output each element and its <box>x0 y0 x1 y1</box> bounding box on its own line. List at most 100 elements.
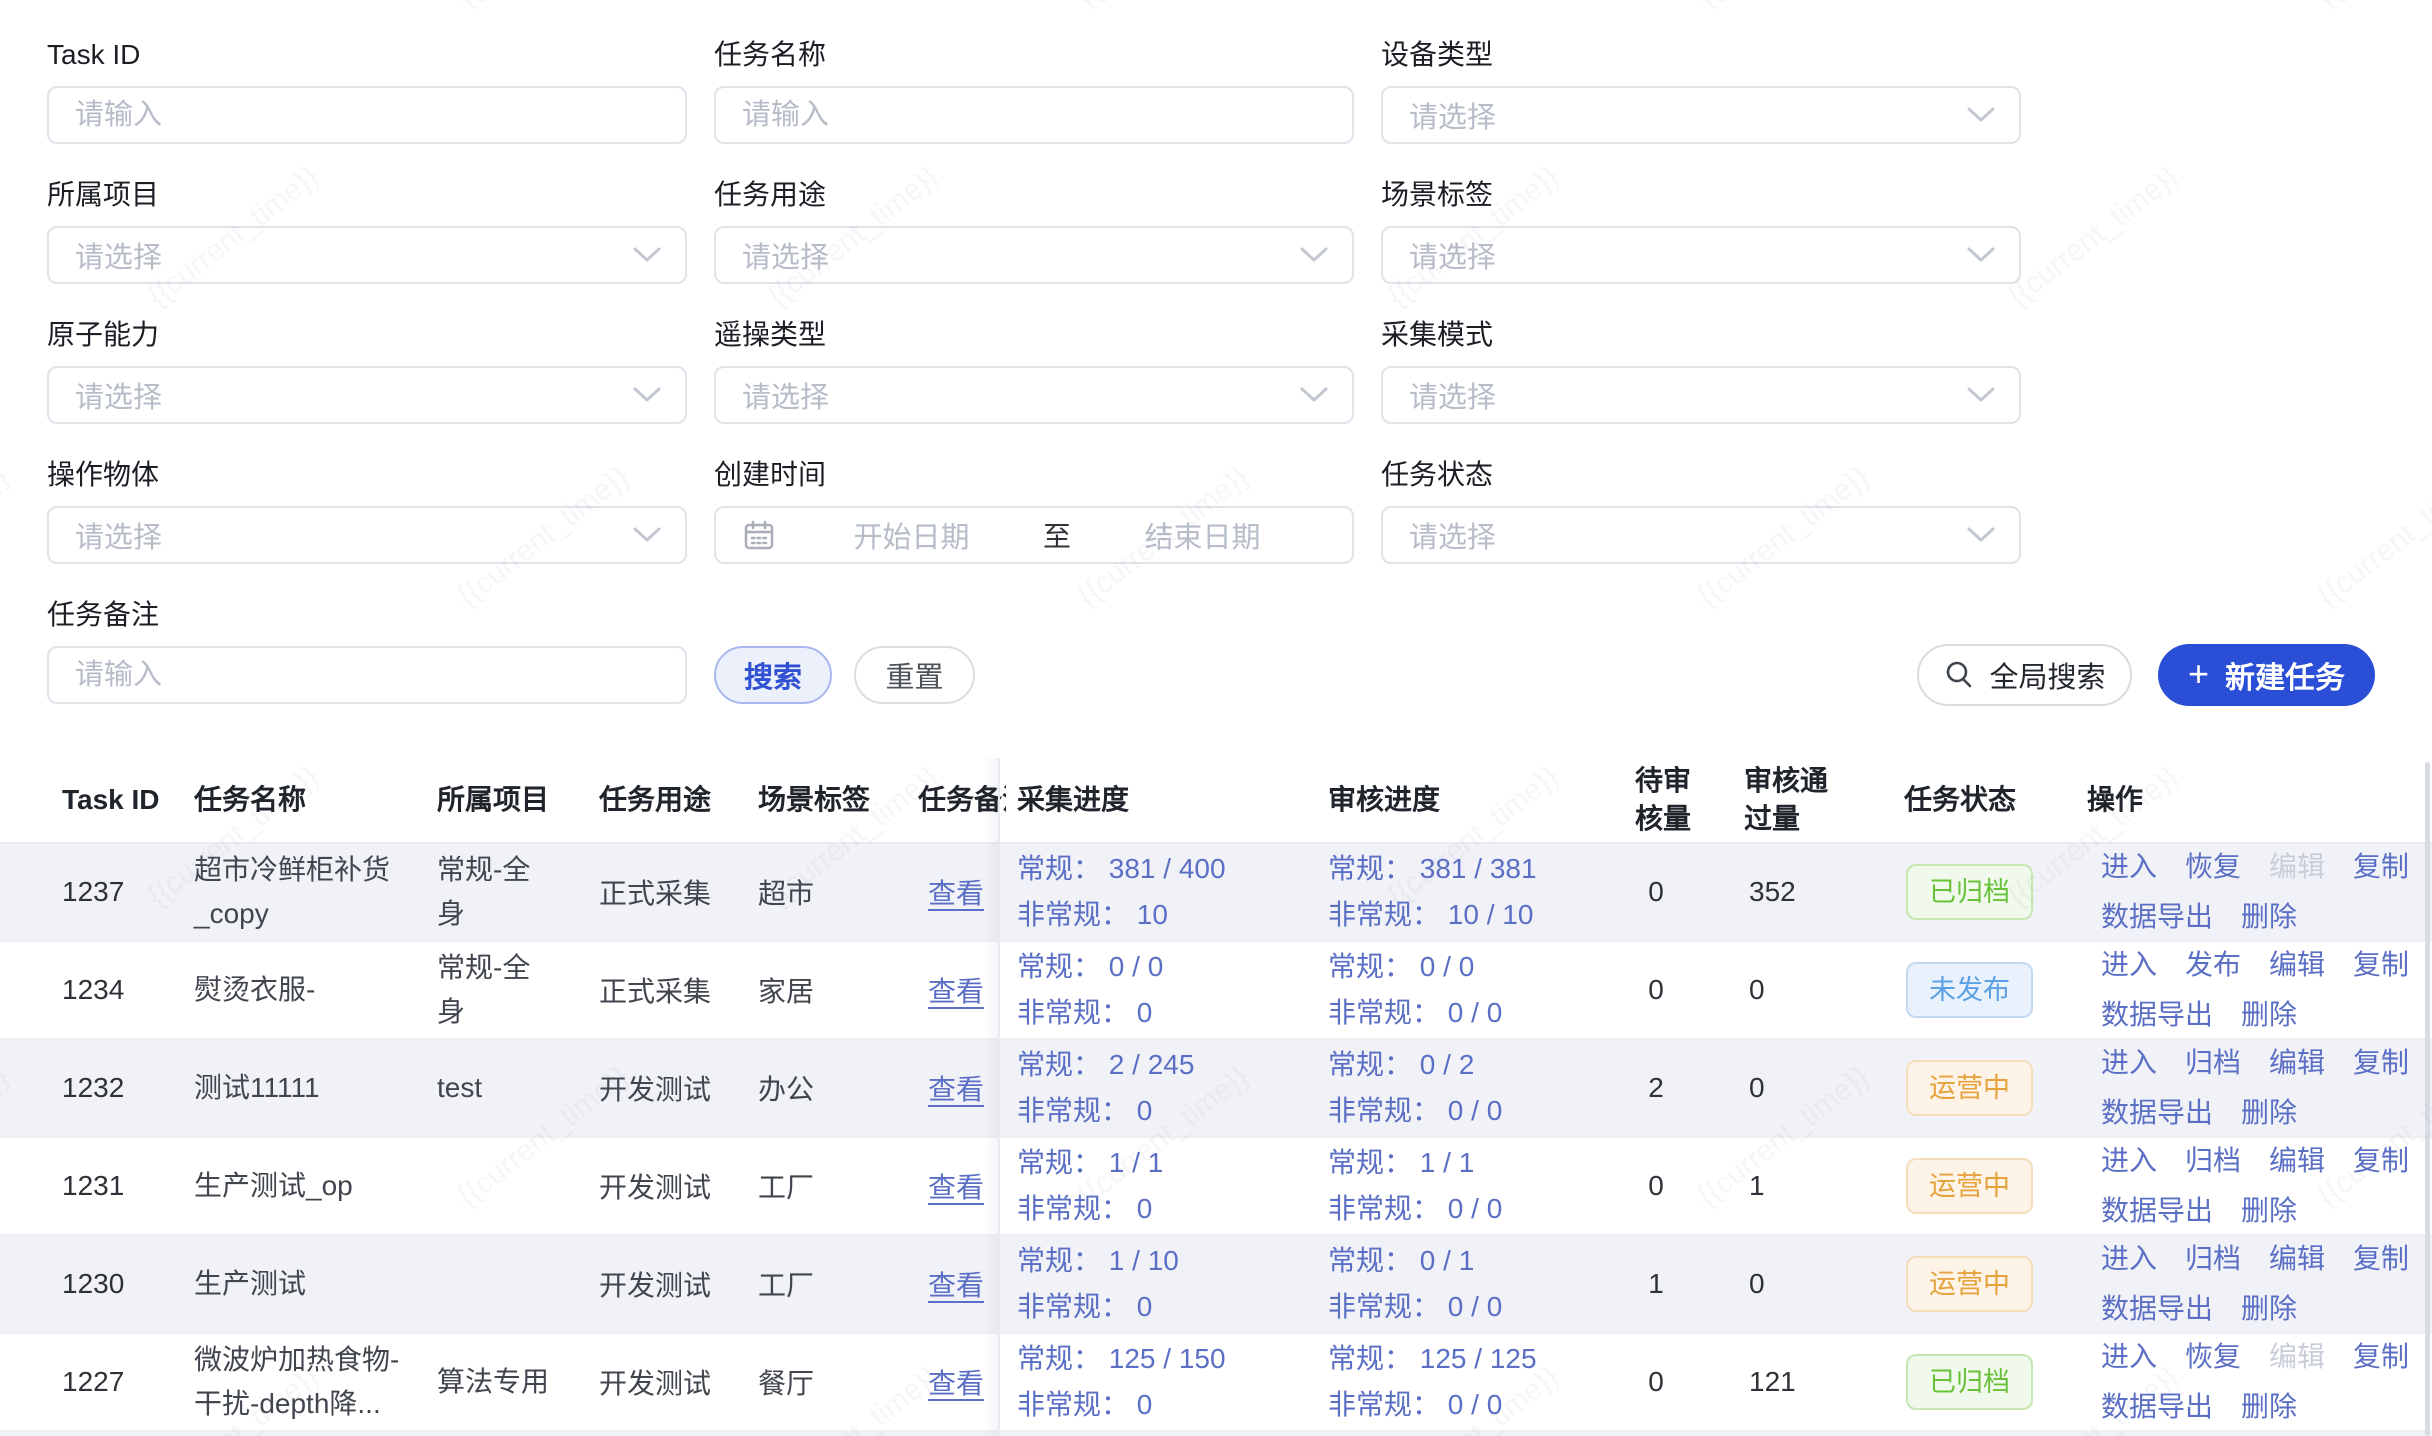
view-remark-link[interactable]: 查看 <box>928 1068 984 1108</box>
task-status-select[interactable]: 请选择 <box>1381 506 2021 564</box>
cell-line: 非常规： 0 / 0 <box>1328 1186 1502 1232</box>
task-id-input[interactable] <box>47 86 687 144</box>
chevron-down-icon <box>1967 527 1995 543</box>
row-actions: 进入归档编辑复制数据导出删除 <box>2101 1040 2423 1136</box>
search-button[interactable]: 搜索 <box>714 646 832 704</box>
action-link[interactable]: 恢复 <box>2185 844 2241 890</box>
select-placeholder: 请选择 <box>1409 374 1496 416</box>
action-link[interactable]: 数据导出 <box>2101 1384 2213 1430</box>
cell-line: 微波炉加热食物- <box>194 1338 410 1382</box>
action-link[interactable]: 恢复 <box>2185 1334 2241 1380</box>
task-purpose-select[interactable]: 请选择 <box>714 226 1354 284</box>
cell-line: 非常规： 0 / 0 <box>1328 1088 1502 1134</box>
table-row: 1237超市冷鲜柜补货_copy常规-全身正式采集超市查看常规： 381 / 4… <box>0 844 2432 942</box>
purpose-cell: 正式采集 <box>599 970 711 1010</box>
scene-cell: 餐厅 <box>758 1362 814 1402</box>
plus-icon: + <box>2188 656 2209 692</box>
action-link[interactable]: 数据导出 <box>2101 1188 2213 1234</box>
action-link[interactable]: 复制 <box>2353 1236 2409 1282</box>
review-progress-cell: 常规： 381 / 381非常规： 10 / 10 <box>1328 846 1537 938</box>
row-actions: 进入归档编辑复制数据导出删除 <box>2101 1138 2423 1234</box>
cell-line: 常规： 125 / 125 <box>1328 1336 1537 1382</box>
global-search-button[interactable]: 全局搜索 <box>1917 644 2132 706</box>
new-task-button[interactable]: + 新建任务 <box>2158 644 2375 706</box>
operate-object-select[interactable]: 请选择 <box>47 506 687 564</box>
project-select[interactable]: 请选择 <box>47 226 687 284</box>
action-link[interactable]: 归档 <box>2185 1040 2241 1086</box>
purpose-cell: 开发测试 <box>599 1264 711 1304</box>
status-badge: 运营中 <box>1906 1256 2033 1312</box>
action-link[interactable]: 数据导出 <box>2101 1286 2213 1332</box>
action-link[interactable]: 删除 <box>2241 1384 2297 1430</box>
cell-line: 常规： 0 / 2 <box>1328 1042 1502 1088</box>
reset-button[interactable]: 重置 <box>854 646 975 704</box>
status-badge: 已归档 <box>1906 864 2033 920</box>
atomic-ability-select[interactable]: 请选择 <box>47 366 687 424</box>
scene-tag-select[interactable]: 请选择 <box>1381 226 2021 284</box>
field-label: 场景标签 <box>1381 180 2021 210</box>
cell-line: 算法专用 <box>437 1360 587 1404</box>
action-link[interactable]: 进入 <box>2101 942 2157 988</box>
task-id-cell: 1237 <box>62 876 124 908</box>
action-link[interactable]: 删除 <box>2241 1286 2297 1332</box>
cell-line: _copy <box>194 892 410 936</box>
action-link[interactable]: 进入 <box>2101 1236 2157 1282</box>
view-remark-link[interactable]: 查看 <box>928 1362 984 1402</box>
action-link[interactable]: 复制 <box>2353 1040 2409 1086</box>
purpose-cell: 开发测试 <box>599 1362 711 1402</box>
task-id-cell: 1232 <box>62 1072 124 1104</box>
project-cell: 算法专用 <box>437 1360 587 1404</box>
task-remark-input[interactable] <box>47 646 687 704</box>
action-link[interactable]: 删除 <box>2241 894 2297 940</box>
view-remark-link[interactable]: 查看 <box>928 1166 984 1206</box>
action-link[interactable]: 进入 <box>2101 1334 2157 1380</box>
action-link[interactable]: 发布 <box>2185 942 2241 988</box>
field-label: 设备类型 <box>1381 40 2021 70</box>
action-link[interactable]: 删除 <box>2241 992 2297 1038</box>
header-remark: 任务备注 <box>918 781 1006 819</box>
chevron-down-icon <box>1300 247 1328 263</box>
start-date-placeholder[interactable]: 开始日期 <box>786 514 1037 556</box>
scene-cell: 家居 <box>758 970 814 1010</box>
teleop-type-select[interactable]: 请选择 <box>714 366 1354 424</box>
action-link[interactable]: 复制 <box>2353 844 2409 890</box>
task-name-input[interactable] <box>714 86 1354 144</box>
cell-line: 常规-全 <box>437 946 587 990</box>
action-link[interactable]: 数据导出 <box>2101 992 2213 1038</box>
action-link[interactable]: 归档 <box>2185 1236 2241 1282</box>
action-link[interactable]: 进入 <box>2101 1138 2157 1184</box>
cell-line: 常规： 125 / 150 <box>1017 1336 1226 1382</box>
review-progress-cell: 常规： 0 / 1非常规： 0 / 0 <box>1328 1238 1502 1330</box>
action-link[interactable]: 编辑 <box>2269 1040 2325 1086</box>
action-link[interactable]: 复制 <box>2353 1138 2409 1184</box>
action-link[interactable]: 编辑 <box>2269 1138 2325 1184</box>
collect-mode-select[interactable]: 请选择 <box>1381 366 2021 424</box>
cell-line: 常规： 381 / 381 <box>1328 846 1537 892</box>
action-link[interactable]: 编辑 <box>2269 942 2325 988</box>
action-link[interactable]: 进入 <box>2101 1040 2157 1086</box>
chevron-down-icon <box>633 527 661 543</box>
cell-line: 常规： 0 / 1 <box>1328 1238 1502 1284</box>
action-link[interactable]: 复制 <box>2353 1334 2409 1380</box>
action-link[interactable]: 删除 <box>2241 1188 2297 1234</box>
action-link[interactable]: 编辑 <box>2269 1236 2325 1282</box>
create-time-range[interactable]: 开始日期 至 结束日期 <box>714 506 1354 564</box>
action-link[interactable]: 复制 <box>2353 942 2409 988</box>
vertical-scrollbar[interactable] <box>2425 762 2430 1436</box>
device-type-select[interactable]: 请选择 <box>1381 86 2021 144</box>
header-purpose: 任务用途 <box>599 781 711 819</box>
action-link[interactable]: 归档 <box>2185 1138 2241 1184</box>
cell-line: 常规： 0 / 0 <box>1017 944 1163 990</box>
action-link[interactable]: 进入 <box>2101 844 2157 890</box>
end-date-placeholder[interactable]: 结束日期 <box>1077 514 1328 556</box>
view-remark-link[interactable]: 查看 <box>928 872 984 912</box>
review-progress-cell: 常规： 1 / 1非常规： 0 / 0 <box>1328 1140 1502 1232</box>
action-link[interactable]: 数据导出 <box>2101 894 2213 940</box>
view-remark-link[interactable]: 查看 <box>928 970 984 1010</box>
action-link[interactable]: 数据导出 <box>2101 1090 2213 1136</box>
chevron-down-icon <box>1967 387 1995 403</box>
cell-line: 非常规： 0 <box>1017 1088 1194 1134</box>
view-remark-link[interactable]: 查看 <box>928 1264 984 1304</box>
action-link[interactable]: 删除 <box>2241 1090 2297 1136</box>
chevron-down-icon <box>633 247 661 263</box>
